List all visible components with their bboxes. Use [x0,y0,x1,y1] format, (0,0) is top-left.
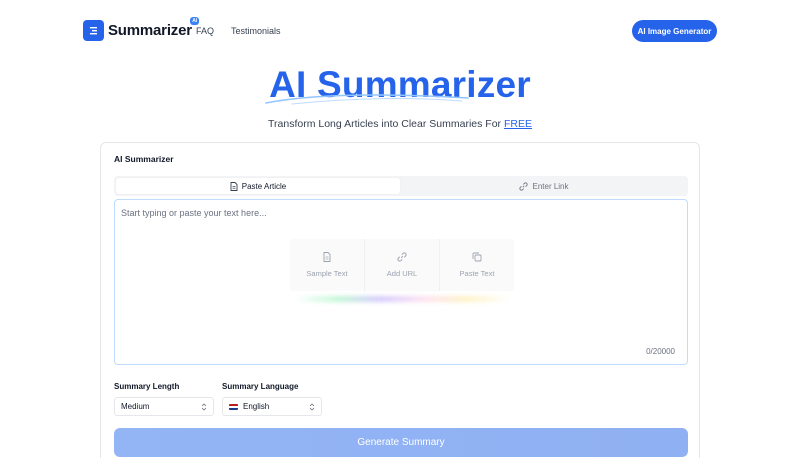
summarizer-card: AI Summarizer Paste Article Enter Link S… [100,142,700,458]
quick-actions: Sample Text Add URL Paste Text [290,239,514,291]
tab-paste-article[interactable]: Paste Article [116,178,400,194]
generate-summary-button[interactable]: Generate Summary [114,428,688,457]
nav-testimonials[interactable]: Testimonials [231,26,281,36]
free-link[interactable]: FREE [504,118,532,130]
tab-enter-link[interactable]: Enter Link [402,178,686,194]
document-icon [230,181,238,191]
title-swoosh-decoration [265,94,469,105]
summary-length-label: Summary Length [114,382,180,391]
top-nav: Summarizer AI FAQ Testimonials AI Image … [0,0,800,62]
logo-text: Summarizer AI [108,17,199,39]
logo-badge: AI [190,17,199,25]
link-icon [397,252,407,262]
card-title: AI Summarizer [114,154,174,164]
summary-language-select[interactable]: English [222,397,322,416]
add-url-button[interactable]: Add URL [365,239,440,291]
article-input-box: Sample Text Add URL Paste Text 0/20000 [114,199,688,365]
nav-faq[interactable]: FAQ [196,26,214,36]
rainbow-glow-decoration [295,296,509,302]
link-icon [519,181,529,191]
logo-icon [83,20,104,41]
hero-subtitle: Transform Long Articles into Clear Summa… [268,118,532,130]
paste-text-button[interactable]: Paste Text [440,239,514,291]
summary-length-select[interactable]: Medium [114,397,214,416]
character-count: 0/20000 [646,347,675,356]
logo[interactable]: Summarizer AI [83,17,199,41]
summary-language-label: Summary Language [222,382,299,391]
input-mode-tabs: Paste Article Enter Link [114,176,688,196]
sample-text-button[interactable]: Sample Text [290,239,365,291]
ai-image-generator-button[interactable]: AI Image Generator [632,20,717,42]
copy-icon [472,252,482,262]
chevron-up-down-icon [201,403,207,411]
document-icon [323,252,331,262]
flag-icon [229,403,238,410]
chevron-up-down-icon [309,403,315,411]
